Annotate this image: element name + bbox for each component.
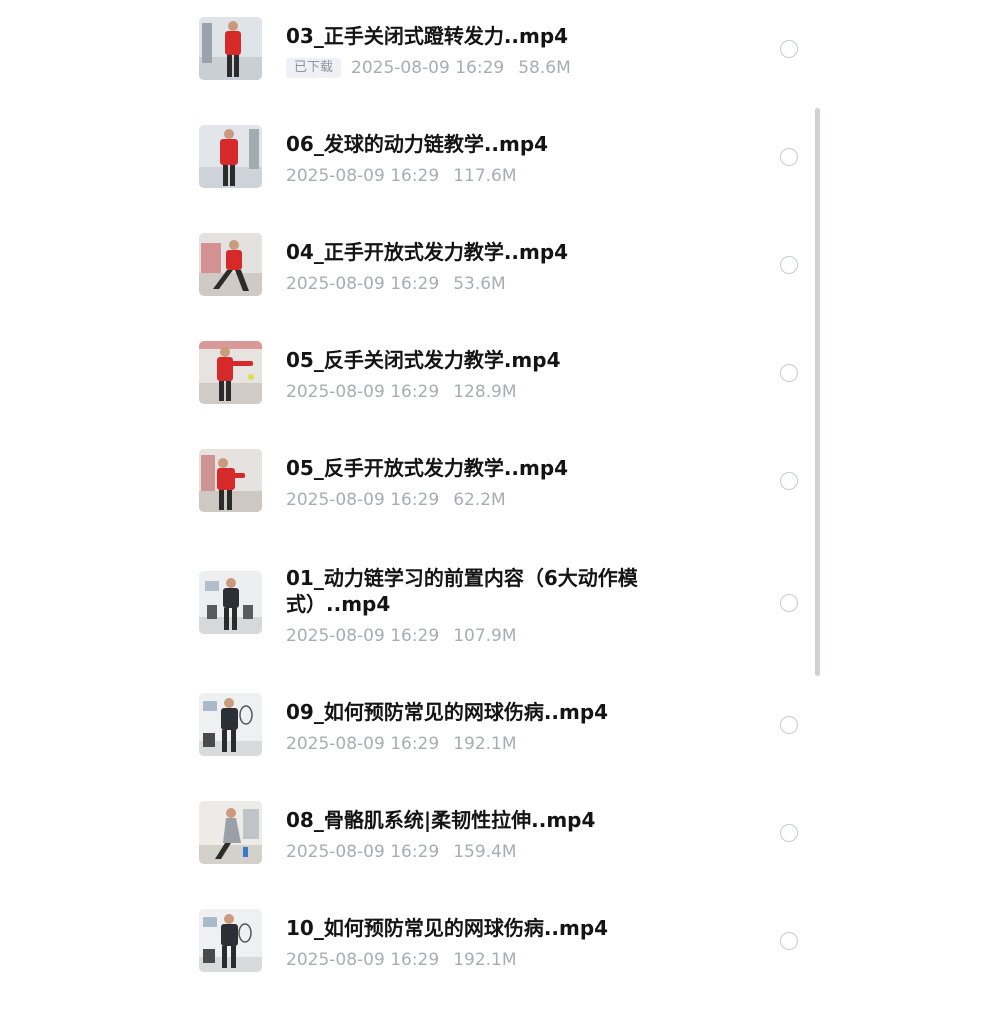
- file-meta: 已下载 2025-08-09 16:29 58.6M: [286, 57, 571, 79]
- downloaded-badge: 已下载: [286, 58, 342, 78]
- file-date: 2025-08-09 16:29: [286, 734, 440, 754]
- file-row[interactable]: 06_发球的动力链教学..mp4 2025-08-09 16:29 117.6M: [0, 125, 1000, 225]
- file-name: 10_如何预防常见的网球伤病..mp4: [286, 916, 609, 940]
- file-name: 04_正手开放式发力教学..mp4: [286, 240, 569, 264]
- file-row[interactable]: 03_正手关闭式蹬转发力..mp4 已下载 2025-08-09 16:29 58.…: [0, 17, 1000, 117]
- file-name: 05_反手关闭式发力教学.mp4: [286, 348, 561, 372]
- file-meta: 2025-08-09 16:29 62.2M: [286, 489, 506, 511]
- file-size: 62.2M: [453, 490, 506, 510]
- file-name: 03_正手关闭式蹬转发力..mp4: [286, 24, 569, 48]
- file-name: 01_动力链学习的前置内容（6大动作模式）..mp4: [286, 566, 638, 616]
- file-meta: 2025-08-09 16:29 128.9M: [286, 381, 517, 403]
- file-meta: 2025-08-09 16:29 192.1M: [286, 733, 517, 755]
- select-radio[interactable]: [780, 364, 798, 382]
- select-radio[interactable]: [780, 932, 798, 950]
- file-name: 06_发球的动力链教学..mp4: [286, 132, 549, 156]
- file-row[interactable]: 08_骨骼肌系统|柔韧性拉伸..mp4 2025-08-09 16:29 159.…: [0, 801, 1000, 901]
- file-meta: 2025-08-09 16:29 53.6M: [286, 273, 506, 295]
- file-row[interactable]: 05_反手开放式发力教学..mp4 2025-08-09 16:29 62.2M: [0, 449, 1000, 549]
- select-radio[interactable]: [780, 594, 798, 612]
- file-date: 2025-08-09 16:29: [286, 490, 440, 510]
- select-radio[interactable]: [780, 40, 798, 58]
- file-row[interactable]: 04_正手开放式发力教学..mp4 2025-08-09 16:29 53.6M: [0, 233, 1000, 333]
- file-size: 117.6M: [453, 166, 517, 186]
- file-size: 128.9M: [453, 382, 517, 402]
- video-thumbnail-icon: [199, 233, 262, 296]
- file-date: 2025-08-09 16:29: [286, 626, 440, 646]
- file-date: 2025-08-09 16:29: [286, 950, 440, 970]
- video-thumbnail-icon: [199, 17, 262, 80]
- file-meta: 2025-08-09 16:29 117.6M: [286, 165, 517, 187]
- select-radio[interactable]: [780, 824, 798, 842]
- file-size: 58.6M: [518, 58, 571, 78]
- select-radio[interactable]: [780, 256, 798, 274]
- video-thumbnail-icon: [199, 909, 262, 972]
- video-thumbnail-icon: [199, 341, 262, 404]
- file-meta: 2025-08-09 16:29 107.9M: [286, 625, 517, 647]
- file-row[interactable]: 09_如何预防常见的网球伤病..mp4 2025-08-09 16:29 192.…: [0, 693, 1000, 793]
- file-meta: 2025-08-09 16:29 192.1M: [286, 949, 517, 971]
- file-list: 03_正手关闭式蹬转发力..mp4 已下载 2025-08-09 16:29 58.…: [0, 0, 1000, 1000]
- file-size: 192.1M: [453, 950, 517, 970]
- video-thumbnail-icon: [199, 125, 262, 188]
- file-name: 05_反手开放式发力教学..mp4: [286, 456, 569, 480]
- video-thumbnail-icon: [199, 801, 262, 864]
- scrollbar[interactable]: [815, 108, 820, 676]
- file-size: 192.1M: [453, 734, 517, 754]
- file-date: 2025-08-09 16:29: [286, 842, 440, 862]
- file-size: 159.4M: [453, 842, 517, 862]
- file-name: 09_如何预防常见的网球伤病..mp4: [286, 700, 609, 724]
- video-thumbnail-icon: [199, 449, 262, 512]
- select-radio[interactable]: [780, 472, 798, 490]
- select-radio[interactable]: [780, 716, 798, 734]
- select-radio[interactable]: [780, 148, 798, 166]
- video-thumbnail-icon: [199, 571, 262, 634]
- file-name: 08_骨骼肌系统|柔韧性拉伸..mp4: [286, 808, 596, 832]
- file-row[interactable]: 10_如何预防常见的网球伤病..mp4 2025-08-09 16:29 192.…: [0, 909, 1000, 1009]
- file-size: 107.9M: [453, 626, 517, 646]
- file-date: 2025-08-09 16:29: [286, 382, 440, 402]
- file-date: 2025-08-09 16:29: [286, 166, 440, 186]
- file-date: 2025-08-09 16:29: [351, 58, 505, 78]
- video-thumbnail-icon: [199, 693, 262, 756]
- file-size: 53.6M: [453, 274, 506, 294]
- file-date: 2025-08-09 16:29: [286, 274, 440, 294]
- file-row[interactable]: 01_动力链学习的前置内容（6大动作模式）..mp4 2025-08-09 16…: [0, 566, 1000, 691]
- file-meta: 2025-08-09 16:29 159.4M: [286, 841, 517, 863]
- file-row[interactable]: 05_反手关闭式发力教学.mp4 2025-08-09 16:29 128.9M: [0, 341, 1000, 441]
